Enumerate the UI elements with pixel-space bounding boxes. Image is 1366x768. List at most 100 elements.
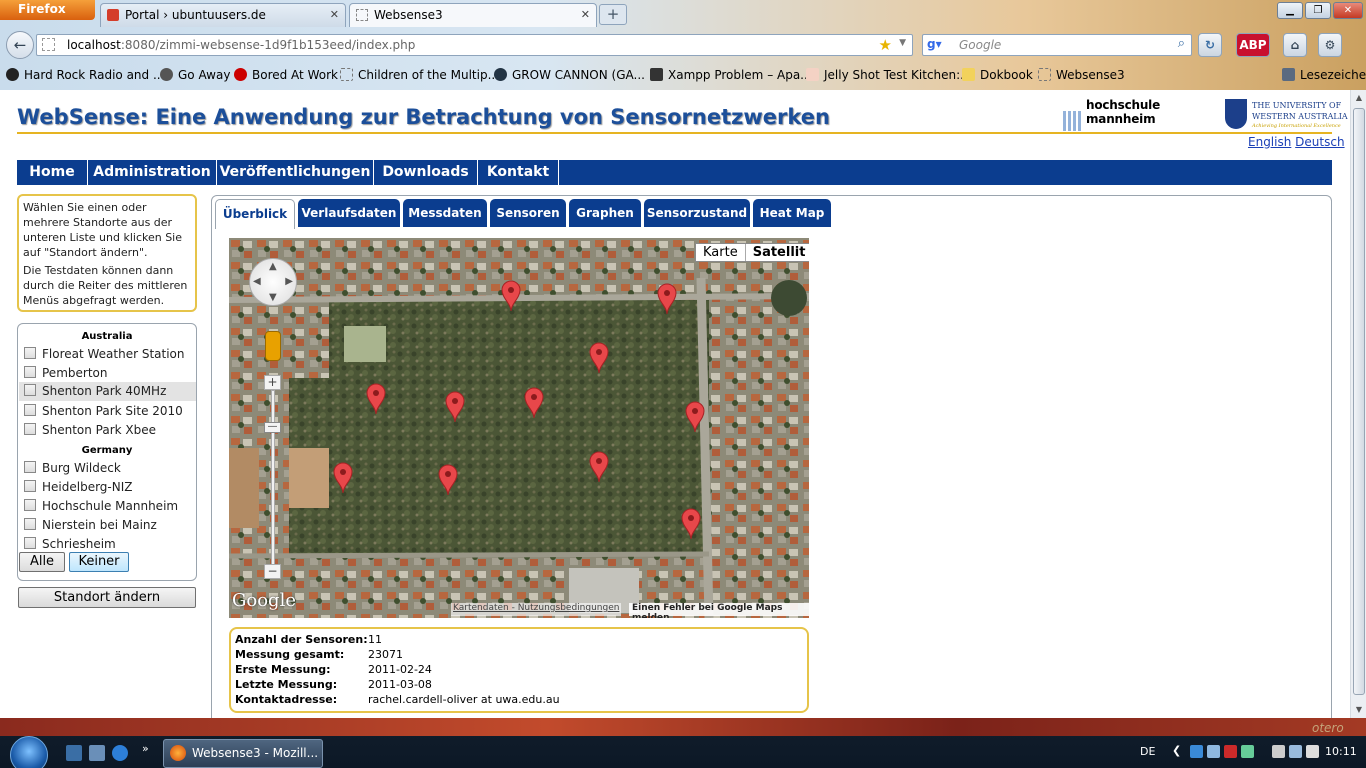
tab-messdaten[interactable]: Messdaten: [403, 199, 487, 227]
checkbox[interactable]: [24, 499, 36, 511]
checkbox[interactable]: [24, 404, 36, 416]
tab-heat-map[interactable]: Heat Map: [753, 199, 831, 227]
url-bar[interactable]: localhost:8080/zimmi-websense-1d9f1b153e…: [36, 34, 913, 56]
search-icon[interactable]: ⌕: [1178, 36, 1185, 51]
switch-windows-icon[interactable]: [89, 745, 105, 761]
update-icon[interactable]: [1241, 745, 1254, 758]
bookmarks-menu[interactable]: Lesezeichen: [1282, 68, 1366, 84]
page-scrollbar[interactable]: ▲ ▼: [1350, 90, 1366, 718]
pan-down-icon[interactable]: ▼: [269, 292, 277, 303]
site-checkbox-item[interactable]: Shenton Park 40MHz: [19, 382, 196, 401]
map-type-map-button[interactable]: Karte: [696, 244, 745, 261]
power-icon[interactable]: [1272, 745, 1285, 758]
tab-ubuntuusers[interactable]: Portal › ubuntuusers.de ✕: [100, 3, 346, 27]
sensor-marker[interactable]: [589, 342, 609, 374]
tab-graphen[interactable]: Graphen: [569, 199, 641, 227]
zoom-in-button[interactable]: +: [264, 375, 281, 390]
bookmark-item[interactable]: GROW CANNON (GA...: [494, 68, 645, 84]
pan-control[interactable]: ▲ ▼ ◀ ▶: [249, 258, 297, 306]
site-checkbox-item[interactable]: Floreat Weather Station: [23, 345, 195, 364]
checkbox[interactable]: [24, 384, 36, 396]
sensor-marker[interactable]: [333, 462, 353, 494]
minimize-button[interactable]: ▁: [1277, 2, 1303, 19]
checkbox[interactable]: [24, 461, 36, 473]
wifi-icon[interactable]: [1289, 745, 1302, 758]
tab-sensoren[interactable]: Sensoren: [490, 199, 566, 227]
sensor-marker[interactable]: [445, 391, 465, 423]
site-checkbox-item[interactable]: Nierstein bei Mainz: [23, 516, 195, 535]
input-language-indicator[interactable]: DE: [1140, 745, 1155, 758]
sensor-marker[interactable]: [589, 451, 609, 483]
report-map-error-link[interactable]: Einen Fehler bei Google Maps melden: [629, 603, 809, 618]
tab-ueberblick[interactable]: Überblick: [215, 199, 295, 229]
checkbox[interactable]: [24, 423, 36, 435]
map-attribution-link[interactable]: Kartendaten - Nutzungsbedingungen: [451, 603, 622, 616]
scroll-down-icon[interactable]: ▼: [1351, 702, 1366, 718]
home-icon[interactable]: ⌂: [1283, 33, 1307, 57]
change-location-button[interactable]: Standort ändern: [18, 587, 196, 608]
nav-home[interactable]: Home: [17, 160, 88, 185]
sensor-marker[interactable]: [685, 401, 705, 433]
dropbox-icon[interactable]: [1190, 745, 1203, 758]
maximize-button[interactable]: ❐: [1305, 2, 1331, 19]
site-checkbox-item[interactable]: Hochschule Mannheim: [23, 497, 195, 516]
bookmark-item[interactable]: Dokbook: [962, 68, 1033, 84]
taskbar-firefox-button[interactable]: Websense3 - Mozill...: [163, 739, 323, 768]
zoom-out-button[interactable]: −: [264, 564, 281, 579]
window-close-button[interactable]: ✕: [1333, 2, 1363, 19]
google-search-engine-icon[interactable]: g▾: [927, 37, 942, 51]
zoom-slider-track[interactable]: [271, 390, 275, 568]
bookmark-item[interactable]: Go Away: [160, 68, 230, 84]
sensor-marker[interactable]: [501, 280, 521, 312]
bookmark-item[interactable]: Bored At Work: [234, 68, 338, 84]
checkbox[interactable]: [24, 518, 36, 530]
zoom-slider-handle[interactable]: —: [264, 422, 281, 433]
site-checkbox-item[interactable]: Shenton Park Site 2010: [23, 402, 195, 421]
bookmark-item[interactable]: Jelly Shot Test Kitchen:...: [806, 68, 972, 84]
checkbox[interactable]: [24, 537, 36, 549]
bookmark-item[interactable]: Websense3: [1038, 68, 1125, 84]
tab-sensorzustand[interactable]: Sensorzustand: [644, 199, 750, 227]
nav-veroeffentlichungen[interactable]: Veröffentlichungen: [217, 160, 374, 185]
sensor-marker[interactable]: [366, 383, 386, 415]
sensor-marker[interactable]: [657, 283, 677, 315]
back-button[interactable]: ←: [6, 31, 34, 59]
show-desktop-icon[interactable]: [66, 745, 82, 761]
select-none-button[interactable]: Keiner: [69, 552, 129, 572]
chevron-right-icon[interactable]: »: [142, 742, 149, 755]
bookmark-item[interactable]: Xampp Problem – Apa...: [650, 68, 812, 84]
site-checkbox-item[interactable]: Pemberton: [23, 364, 195, 383]
select-all-button[interactable]: Alle: [19, 552, 65, 572]
tab-verlaufsdaten[interactable]: Verlaufsdaten: [298, 199, 400, 227]
nav-kontakt[interactable]: Kontakt: [478, 160, 559, 185]
pan-right-icon[interactable]: ▶: [285, 276, 293, 287]
lang-deutsch-link[interactable]: Deutsch: [1295, 135, 1344, 149]
bookmark-item[interactable]: Hard Rock Radio and ...: [6, 68, 164, 84]
sensor-marker[interactable]: [681, 508, 701, 540]
site-checkbox-item[interactable]: Burg Wildeck: [23, 459, 195, 478]
chevron-left-icon[interactable]: ❮: [1172, 744, 1181, 757]
checkbox[interactable]: [24, 480, 36, 492]
bookmark-star-icon[interactable]: ★: [879, 36, 892, 54]
nav-downloads[interactable]: Downloads: [374, 160, 478, 185]
close-icon[interactable]: ✕: [581, 8, 590, 21]
start-button[interactable]: [10, 736, 48, 768]
satellite-map[interactable]: Karte Satellit ▲ ▼ ◀ ▶ + — − Google Karte…: [229, 238, 809, 618]
checkbox[interactable]: [24, 347, 36, 359]
bookmark-item[interactable]: Children of the Multip...: [340, 68, 499, 84]
chevron-down-icon[interactable]: ▼: [899, 38, 906, 48]
checkbox[interactable]: [24, 366, 36, 378]
adblock-icon[interactable]: ABP: [1236, 33, 1270, 57]
close-icon[interactable]: ✕: [330, 8, 339, 21]
nav-administration[interactable]: Administration: [88, 160, 217, 185]
scroll-up-icon[interactable]: ▲: [1351, 90, 1366, 106]
sensor-marker[interactable]: [524, 387, 544, 419]
network-icon[interactable]: [1207, 745, 1220, 758]
new-tab-button[interactable]: +: [599, 4, 627, 25]
clock[interactable]: 10:11: [1325, 745, 1357, 758]
site-checkbox-item[interactable]: Shenton Park Xbee: [23, 421, 195, 440]
internet-explorer-icon[interactable]: [112, 745, 128, 761]
map-type-satellite-button[interactable]: Satellit: [744, 244, 809, 261]
tab-websense3[interactable]: Websense3 ✕: [349, 3, 597, 27]
pan-left-icon[interactable]: ◀: [253, 276, 261, 287]
